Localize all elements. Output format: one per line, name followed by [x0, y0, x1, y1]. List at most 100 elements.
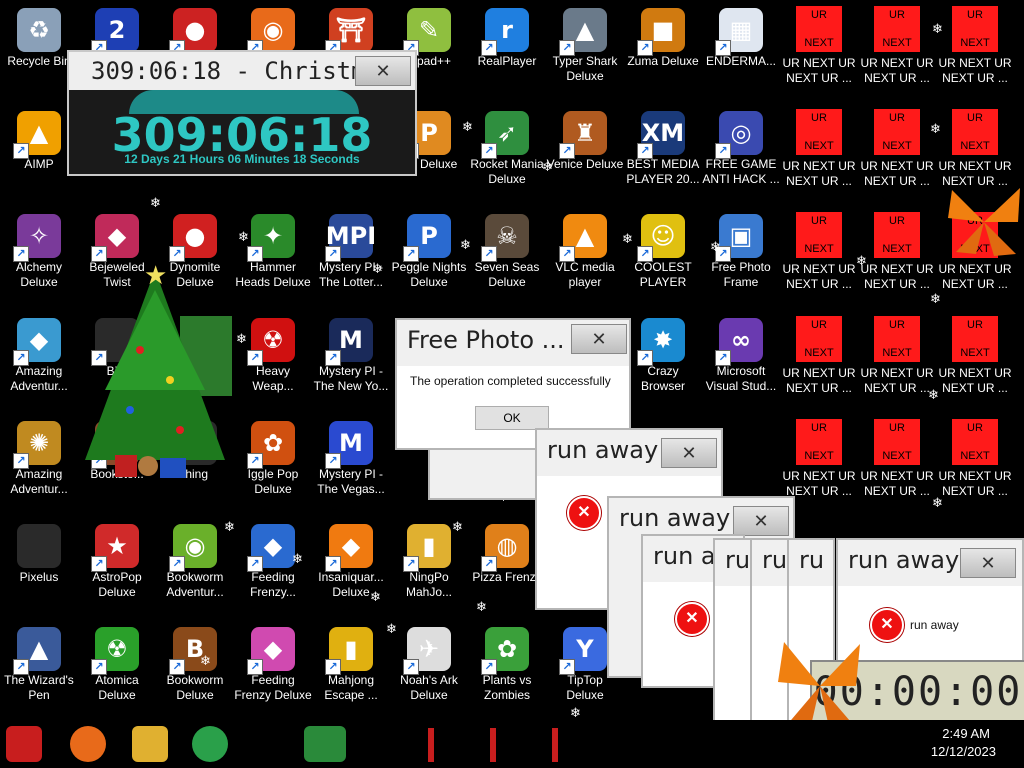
ur-next-tile-icon: UR NEXT — [874, 6, 920, 52]
ur-next-icon[interactable]: UR NEXT UR NEXT UR NEXT UR ... — [858, 310, 936, 410]
free-photo-dialog-title: Free Photo ... — [407, 326, 565, 354]
desktop-icon[interactable]: Pixelus — [0, 516, 78, 616]
desktop-icon[interactable]: MPI ↗ Mystery PI - The Lotter... — [312, 206, 390, 306]
ur-next-icon[interactable]: UR NEXT UR NEXT UR NEXT UR ... — [858, 0, 936, 100]
ur-text: UR — [967, 9, 983, 21]
desktop-icon[interactable]: ▣ ↗ Free Photo Frame — [702, 206, 780, 306]
snowflake-icon: ❄ — [570, 706, 581, 721]
free-photo-close-button[interactable]: ✕ — [571, 324, 627, 354]
desktop-icon[interactable]: ☺ ↗ COOLEST PLAYER — [624, 206, 702, 306]
desktop-icon[interactable]: ✈ ↗ Noah's Ark Deluxe — [390, 619, 468, 719]
desktop-icon[interactable]: ➶ ↗ Rocket Mania Deluxe — [468, 103, 546, 203]
desktop-icon[interactable]: ▲ ↗ The Wizard's Pen — [0, 619, 78, 719]
run-away-close-button[interactable]: ✕ — [960, 548, 1016, 578]
desktop-icon[interactable]: M ↗ Mystery PI - The Vegas... — [312, 413, 390, 513]
next-text: NEXT — [960, 140, 990, 152]
clock-time[interactable]: 2:49 AM — [942, 726, 990, 741]
ur-next-icon[interactable]: UR NEXT UR NEXT UR NEXT UR ... — [936, 413, 1014, 513]
shortcut-arrow-icon: ↗ — [715, 143, 731, 159]
ur-next-icon[interactable]: UR NEXT UR NEXT UR NEXT UR ... — [936, 310, 1014, 410]
desktop-icon[interactable]: XM ↗ BEST MEDIA PLAYER 20... — [624, 103, 702, 203]
desktop-icon[interactable]: P ↗ Peggle Nights Deluxe — [390, 206, 468, 306]
desktop-icon-label: Crazy Browser — [640, 364, 685, 393]
firefox-icon[interactable] — [70, 726, 106, 762]
ur-next-icon[interactable]: UR NEXT UR NEXT UR NEXT UR ... — [780, 310, 858, 410]
desktop-icon[interactable]: ▮ ↗ Mahjong Escape ... — [312, 619, 390, 719]
realplayer-icon: r ↗ — [481, 8, 529, 56]
file-explorer-icon[interactable] — [132, 726, 168, 762]
run-away-close-button[interactable]: ✕ — [661, 438, 717, 468]
gondola-icon: ♜ ↗ — [559, 111, 607, 159]
countdown-window[interactable]: 309:06:18 - Christm... ✕ 309:06:18 12 Da… — [67, 50, 417, 176]
ur-next-label: UR NEXT UR NEXT UR ... — [860, 159, 934, 188]
desktop-icon[interactable]: ▲ ↗ VLC media player — [546, 206, 624, 306]
desktop-icon[interactable]: ▦ ↗ ENDERMA... — [702, 0, 780, 100]
app-window-icon[interactable] — [304, 726, 346, 762]
gnome-icon: ✦ ↗ — [247, 214, 295, 262]
shortcut-arrow-icon: ↗ — [559, 659, 575, 675]
shortcut-arrow-icon: ↗ — [637, 350, 653, 366]
desktop-icon-label: VLC media player — [555, 260, 615, 289]
desktop-icon[interactable]: ◎ ↗ FREE GAME ANTI HACK ... — [702, 103, 780, 203]
desktop-icon[interactable]: ∞ ↗ Microsoft Visual Stud... — [702, 310, 780, 410]
shortcut-arrow-icon: ↗ — [637, 40, 653, 56]
desktop-icon[interactable]: ♜ ↗ Venice Deluxe — [546, 103, 624, 203]
chrome-icon[interactable] — [192, 726, 228, 762]
ur-next-icon[interactable]: UR NEXT UR NEXT UR NEXT UR ... — [858, 206, 936, 306]
desktop-icon[interactable]: ◆ ↗ Feeding Frenzy Deluxe — [234, 619, 312, 719]
next-text: NEXT — [804, 450, 834, 462]
ur-next-icon[interactable]: UR NEXT UR NEXT UR NEXT UR ... — [858, 103, 936, 203]
ur-next-tile-icon: UR NEXT — [874, 212, 920, 258]
ur-next-label: UR NEXT UR NEXT UR ... — [860, 469, 934, 498]
shortcut-arrow-icon: ↗ — [715, 40, 731, 56]
run-away-close-button[interactable]: ✕ — [733, 506, 789, 536]
ur-text: UR — [811, 422, 827, 434]
ur-text: UR — [811, 215, 827, 227]
shortcut-arrow-icon: ↗ — [559, 246, 575, 262]
desktop-icon[interactable]: ☢ ↗ Atomica Deluxe — [78, 619, 156, 719]
christmas-tree-decoration: ★ — [85, 261, 232, 478]
desktop-icon[interactable]: ☠ ↗ Seven Seas Deluxe — [468, 206, 546, 306]
desktop-icon[interactable]: ✿ ↗ Plants vs Zombies — [468, 619, 546, 719]
atomica-icon: ☢ ↗ — [91, 627, 139, 675]
shortcut-arrow-icon: ↗ — [559, 143, 575, 159]
shortcut-arrow-icon: ↗ — [13, 350, 29, 366]
ur-text: UR — [889, 422, 905, 434]
ur-next-icon[interactable]: UR NEXT UR NEXT UR NEXT UR ... — [936, 0, 1014, 100]
shortcut-arrow-icon: ↗ — [325, 246, 341, 262]
rocket-icon: ➶ ↗ — [481, 111, 529, 159]
ur-text: UR — [889, 9, 905, 21]
plant-icon: ✿ ↗ — [481, 627, 529, 675]
desktop-icon-label: Peggle Nights Deluxe — [391, 260, 467, 289]
run-away-title: ru — [762, 546, 788, 574]
desktop-icon[interactable]: ■ ↗ Zuma Deluxe — [624, 0, 702, 100]
desktop-icon[interactable]: M ↗ Mystery PI - The New Yo... — [312, 310, 390, 410]
countdown-close-button[interactable]: ✕ — [355, 56, 411, 86]
desktop-icon-label: Mahjong Escape ... — [324, 673, 378, 702]
taskbar-marker — [428, 728, 434, 762]
fish-icon: ◆ ↗ — [247, 627, 295, 675]
desktop-icon[interactable]: B ↗ Bookworm Deluxe — [156, 619, 234, 719]
desktop-icon[interactable]: ▲ ↗ Typer Shark Deluxe — [546, 0, 624, 100]
shortcut-arrow-icon: ↗ — [559, 40, 575, 56]
desktop-icon[interactable]: ★ ↗ AstroPop Deluxe — [78, 516, 156, 616]
wizard-icon: ✧ ↗ — [13, 214, 61, 262]
desktop-icon[interactable]: r ↗ RealPlayer — [468, 0, 546, 100]
run-away-title: ru — [725, 546, 751, 574]
desktop-icon[interactable]: ✸ ↗ Crazy Browser — [624, 310, 702, 410]
santa-icon[interactable] — [6, 726, 42, 762]
desktop-icon-label: FREE GAME ANTI HACK ... — [702, 157, 780, 186]
butterfly-icon — [948, 188, 1020, 256]
clock-date[interactable]: 12/12/2023 — [931, 744, 996, 759]
error-icon: ✕ — [870, 608, 904, 642]
wizard-pen-icon: ▲ ↗ — [13, 627, 61, 675]
shortcut-arrow-icon: ↗ — [403, 659, 419, 675]
ur-next-icon[interactable]: UR NEXT UR NEXT UR NEXT UR ... — [780, 206, 858, 306]
ok-button[interactable]: OK — [475, 406, 549, 430]
ur-next-icon[interactable]: UR NEXT UR NEXT UR NEXT UR ... — [858, 413, 936, 513]
desktop-icon[interactable]: ◉ ↗ Bookworm Adventur... — [156, 516, 234, 616]
error-icon: ✕ — [567, 496, 601, 530]
ur-next-icon[interactable]: UR NEXT UR NEXT UR NEXT UR ... — [780, 0, 858, 100]
aimp-icon: ▲ ↗ — [13, 111, 61, 159]
ur-next-icon[interactable]: UR NEXT UR NEXT UR NEXT UR ... — [780, 103, 858, 203]
